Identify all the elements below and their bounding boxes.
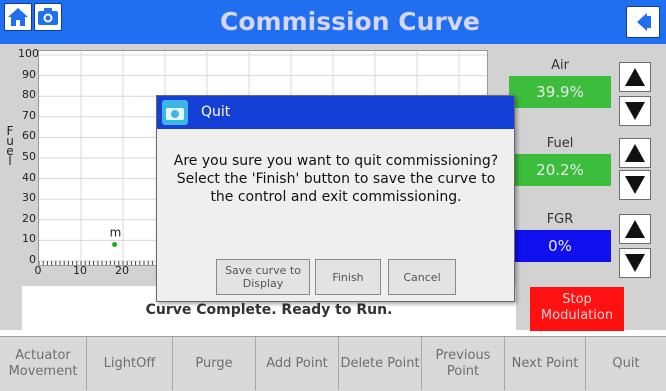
stop-modulation-label: Stop Modulation: [540, 292, 614, 323]
bottom-toolbar: Actuator Movement LightOff Purge Add Poi…: [0, 336, 666, 391]
back-button[interactable]: [626, 6, 660, 38]
fgr-down-button[interactable]: [619, 248, 651, 278]
quit-dialog: Quit Are you sure you want to quit commi…: [156, 95, 515, 302]
point-label: m: [110, 226, 122, 240]
next-point-button[interactable]: Next Point: [505, 337, 586, 390]
quit-button[interactable]: Quit: [586, 337, 666, 390]
y-tick-label: 100: [18, 47, 39, 60]
down-arrow-icon: [625, 102, 645, 120]
y-axis-label-letter: l: [8, 154, 12, 168]
air-down-button[interactable]: [619, 96, 651, 126]
fuel-value-box: 20.2%: [509, 154, 611, 186]
y-axis-label: Fuel: [3, 125, 17, 168]
home-icon: [8, 8, 28, 26]
add-point-button[interactable]: Add Point: [256, 337, 339, 390]
fgr-up-button[interactable]: [619, 214, 651, 244]
y-tick-label: 30: [22, 191, 36, 205]
actuator-movement-button[interactable]: Actuator Movement: [0, 337, 87, 390]
data-point: [112, 242, 118, 248]
y-tick-label: 40: [22, 170, 36, 184]
y-tick-label: 50: [22, 150, 36, 163]
stop-modulation-button[interactable]: Stop Modulation: [530, 287, 624, 331]
save-curve-button[interactable]: Save curve to Display: [216, 259, 310, 295]
air-up-button[interactable]: [619, 62, 651, 92]
y-tick-label: 60: [22, 129, 36, 143]
fgr-value-box: 0%: [509, 230, 611, 262]
lightoff-button[interactable]: LightOff: [87, 337, 173, 390]
down-arrow-icon: [625, 176, 645, 194]
y-tick-label: 20: [22, 211, 36, 225]
fuel-down-button[interactable]: [619, 170, 651, 200]
y-tick-label: 80: [22, 88, 36, 102]
delete-point-button[interactable]: Delete Point: [339, 337, 422, 390]
fgr-label: FGR: [546, 212, 574, 227]
page-title: Commission Curve: [220, 7, 480, 36]
finish-button[interactable]: Finish: [315, 259, 381, 295]
up-arrow-icon: [625, 144, 645, 162]
camera-icon: [38, 8, 58, 25]
air-label: Air: [551, 58, 569, 73]
camera-button[interactable]: [34, 3, 62, 31]
status-line-2: Curve Complete. Ready to Run.: [145, 302, 393, 318]
y-tick-label: 70: [22, 108, 36, 122]
home-button[interactable]: [4, 3, 32, 31]
air-value-box: 39.9%: [509, 76, 611, 108]
dialog-title: Quit: [201, 104, 231, 120]
down-arrow-icon: [625, 254, 645, 272]
camera-icon: [162, 100, 188, 125]
dialog-title-bar: Quit: [157, 96, 514, 129]
cancel-button[interactable]: Cancel: [388, 259, 456, 295]
fuel-label: Fuel: [546, 136, 574, 151]
fuel-up-button[interactable]: [619, 138, 651, 168]
title-bar: Commission Curve: [0, 0, 666, 44]
up-arrow-icon: [625, 220, 645, 238]
y-tick-label: 90: [22, 67, 36, 81]
previous-point-button[interactable]: Previous Point: [422, 337, 505, 390]
up-arrow-icon: [625, 68, 645, 86]
purge-button[interactable]: Purge: [173, 337, 256, 390]
back-icon: [637, 13, 651, 31]
dialog-message: Are you sure you want to quit commission…: [173, 153, 499, 205]
y-tick-label: 10: [22, 232, 36, 246]
